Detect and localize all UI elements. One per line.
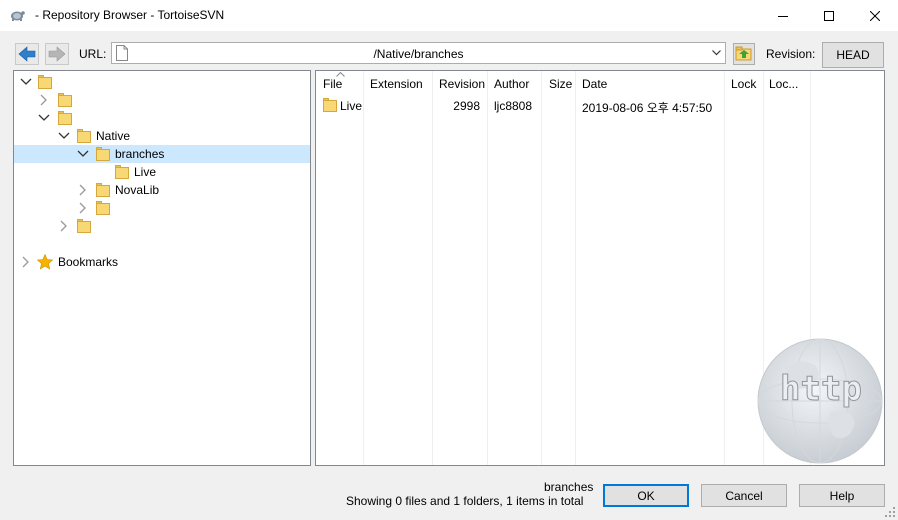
tortoisesvn-app-icon[interactable] xyxy=(9,8,25,22)
back-button[interactable] xyxy=(15,43,39,65)
tree-item-native[interactable]: Native xyxy=(14,127,310,145)
url-label: URL: xyxy=(79,47,107,61)
go-up-folder-button[interactable] xyxy=(733,43,755,65)
tree-item-label: NovaLib xyxy=(115,183,160,197)
chevron-right-icon[interactable] xyxy=(58,220,70,232)
folder-icon xyxy=(96,201,110,215)
tree-item-bookmarks[interactable]: Bookmarks xyxy=(14,253,310,271)
column-separator[interactable] xyxy=(541,71,542,465)
column-separator[interactable] xyxy=(432,71,433,465)
column-header-file[interactable]: File xyxy=(323,77,342,91)
tree-item-label: Bookmarks xyxy=(58,255,119,269)
column-separator[interactable] xyxy=(363,71,364,465)
tree-item-live[interactable]: Live xyxy=(14,163,310,181)
minimize-button[interactable] xyxy=(760,0,806,31)
chevron-down-icon[interactable] xyxy=(20,76,32,88)
tree-item-label: branches xyxy=(115,147,165,161)
url-input[interactable]: /Native/branches xyxy=(112,47,725,61)
folder-icon xyxy=(115,165,129,179)
maximize-button[interactable] xyxy=(806,0,852,31)
cell-file: Live xyxy=(340,99,363,113)
tree-item-label: Native xyxy=(96,129,131,143)
arrow-left-icon xyxy=(18,46,36,62)
chevron-right-icon[interactable] xyxy=(77,184,89,196)
tree-item[interactable] xyxy=(14,109,310,127)
column-header-size[interactable]: Size xyxy=(549,77,572,91)
column-header-author[interactable]: Author xyxy=(494,77,529,91)
column-separator[interactable] xyxy=(487,71,488,465)
resize-grip-icon[interactable] xyxy=(885,507,896,518)
tree-item-novalib[interactable]: NovaLib xyxy=(14,181,310,199)
chevron-right-icon[interactable] xyxy=(20,256,32,268)
url-dropdown-button[interactable] xyxy=(709,44,723,62)
folder-icon xyxy=(58,111,72,125)
status-path: branches xyxy=(544,480,594,494)
folder-icon xyxy=(77,219,91,233)
folder-icon xyxy=(58,93,72,107)
column-header-lock-comment[interactable]: Loc... xyxy=(769,77,798,91)
tree-item-branches[interactable]: branches xyxy=(14,145,310,163)
folder-icon xyxy=(96,183,110,197)
chevron-right-icon[interactable] xyxy=(77,202,89,214)
chevron-down-icon[interactable] xyxy=(38,112,50,124)
maximize-icon xyxy=(824,10,834,21)
ok-button[interactable]: OK xyxy=(603,484,689,507)
folder-up-icon xyxy=(735,46,752,61)
http-globe-watermark: http xyxy=(757,338,883,464)
folder-icon xyxy=(323,98,337,112)
cell-author: ljc8808 xyxy=(494,99,533,113)
chevron-down-icon[interactable] xyxy=(77,148,89,160)
close-button[interactable] xyxy=(852,0,898,31)
folder-icon xyxy=(38,75,52,89)
url-combobox[interactable]: /Native/branches xyxy=(111,42,726,64)
folder-icon xyxy=(77,129,91,143)
column-header-date[interactable]: Date xyxy=(582,77,607,91)
star-icon xyxy=(37,254,53,270)
column-header-revision[interactable]: Revision xyxy=(439,77,485,91)
arrow-right-icon xyxy=(48,46,66,62)
tree-item[interactable] xyxy=(14,199,310,217)
tree-item[interactable] xyxy=(14,217,310,235)
minimize-icon xyxy=(778,15,788,17)
cell-revision: 2998 xyxy=(453,99,480,113)
title-bar: - Repository Browser - TortoiseSVN xyxy=(0,0,898,31)
repository-tree[interactable]: Native branches Live NovaLib Bookmarks xyxy=(13,70,311,466)
watermark-text: http xyxy=(780,369,862,409)
revision-label: Revision: xyxy=(766,47,816,61)
window-title: - Repository Browser - TortoiseSVN xyxy=(35,8,225,22)
column-header-lock[interactable]: Lock xyxy=(731,77,756,91)
chevron-down-icon[interactable] xyxy=(58,130,70,142)
close-icon xyxy=(870,10,880,21)
column-separator[interactable] xyxy=(575,71,576,465)
folder-open-icon xyxy=(96,147,110,161)
forward-button[interactable] xyxy=(45,43,69,65)
revision-head-button[interactable]: HEAD xyxy=(822,42,884,68)
tree-item-root[interactable] xyxy=(14,73,310,91)
column-separator[interactable] xyxy=(724,71,725,465)
chevron-down-icon xyxy=(711,50,721,56)
cancel-button[interactable]: Cancel xyxy=(701,484,787,507)
tree-item-label: Live xyxy=(134,165,157,179)
tree-item[interactable] xyxy=(14,91,310,109)
cell-date: 2019-08-06 오후 4:57:50 xyxy=(582,101,713,115)
column-header-extension[interactable]: Extension xyxy=(370,77,423,91)
chevron-right-icon[interactable] xyxy=(38,94,50,106)
status-summary: Showing 0 files and 1 folders, 1 items i… xyxy=(346,494,584,508)
help-button[interactable]: Help xyxy=(799,484,885,507)
